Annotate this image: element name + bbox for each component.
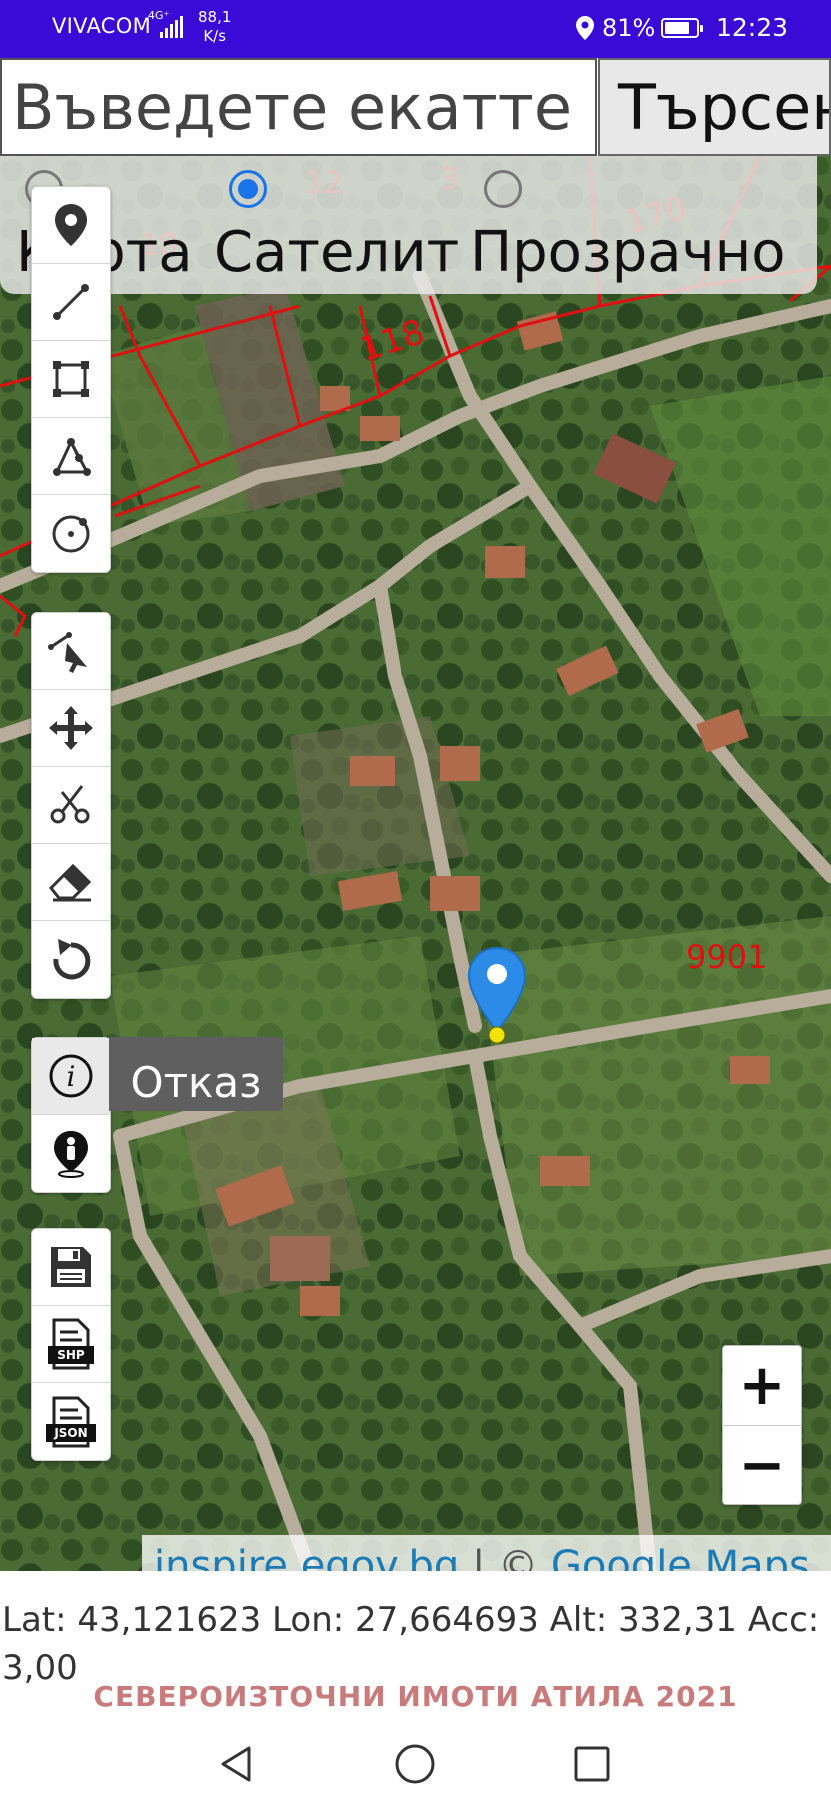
brand-footer: СЕВЕРОИЗТОЧНИ ИМОТИ АТИЛА 2021 (93, 1680, 738, 1713)
satellite-imagery (0, 156, 831, 1571)
battery-icon (661, 18, 703, 38)
location-status-icon (576, 16, 594, 44)
polygon-icon (53, 438, 91, 476)
draw-toolbar (31, 186, 111, 573)
export-shp-button[interactable]: SHP (32, 1306, 110, 1383)
zoom-out-button[interactable]: − (723, 1426, 801, 1505)
network-speed-value: 88,1 (198, 8, 232, 26)
json-file-icon: JSON (46, 1396, 96, 1448)
map-attribution: inspire.egov.bg | © Google Maps (142, 1535, 831, 1571)
shp-file-icon: SHP (48, 1318, 94, 1370)
save-icon (51, 1247, 91, 1287)
info-icon: i (49, 1054, 93, 1098)
cancel-button[interactable]: Отказ (109, 1037, 283, 1111)
info-toolbar: i (31, 1037, 111, 1193)
attribution-separator: | © (459, 1543, 551, 1571)
draw-rectangle-button[interactable] (32, 341, 110, 418)
signal-icon (160, 16, 183, 38)
scissors-icon (50, 785, 90, 824)
undo-button[interactable] (32, 921, 110, 998)
clock: 12:23 (716, 13, 789, 42)
layer-radio-transparent[interactable] (484, 170, 522, 208)
cut-button[interactable] (32, 767, 110, 844)
export-toolbar: SHP JSON (31, 1228, 111, 1461)
layer-radio-satellite[interactable] (229, 170, 267, 208)
line-icon (53, 284, 89, 320)
draw-polygon-button[interactable] (32, 418, 110, 495)
export-json-button[interactable]: JSON (32, 1383, 110, 1460)
network-speed: 88,1 K/s (198, 8, 231, 46)
person-location-icon (54, 1130, 88, 1178)
attribution-link-inspire[interactable]: inspire.egov.bg (154, 1543, 459, 1571)
zoom-in-button[interactable]: + (723, 1346, 801, 1426)
svg-text:i: i (67, 1060, 76, 1093)
recents-icon (574, 1746, 610, 1782)
status-bar: VIVACOM 4G⁺ 88,1 K/s 81% 12:23 (0, 0, 831, 58)
eraser-icon (48, 863, 92, 902)
json-label: JSON (54, 1425, 88, 1440)
save-button[interactable] (32, 1229, 110, 1306)
layer-label-transparent: Прозрачно (470, 220, 786, 285)
parcel-label: 9901 (686, 938, 768, 976)
nav-back-button[interactable] (207, 1734, 267, 1794)
edit-toolbar (31, 612, 111, 999)
attribution-link-google[interactable]: Google Maps (551, 1543, 810, 1571)
erase-button[interactable] (32, 844, 110, 921)
circle-icon (52, 515, 90, 552)
select-pointer-icon (48, 632, 87, 673)
layer-option-transparent[interactable]: Прозрачно (470, 156, 810, 294)
location-marker[interactable] (466, 946, 528, 1046)
move-button[interactable] (32, 690, 110, 767)
ekatte-search-input[interactable] (0, 58, 597, 156)
map-pin-icon (467, 946, 527, 1044)
gps-person-button[interactable] (32, 1115, 110, 1192)
zoom-control: + − (722, 1345, 802, 1505)
draw-circle-button[interactable] (32, 495, 110, 572)
map-view[interactable]: 18 12 3 170 118 9901 (0, 156, 831, 1571)
nav-recents-button[interactable] (562, 1734, 622, 1794)
network-speed-unit: K/s (203, 27, 227, 45)
info-button[interactable]: i (32, 1038, 110, 1115)
undo-icon (53, 938, 91, 979)
system-nav-bar (0, 1720, 831, 1800)
move-icon (49, 706, 93, 750)
carrier-label: VIVACOM (52, 14, 151, 38)
draw-marker-button[interactable] (32, 187, 110, 264)
layer-switcher: Карта Сателит Прозрачно (0, 156, 817, 294)
layer-label-satellite: Сателит (214, 220, 460, 285)
rectangle-icon (53, 361, 89, 397)
coordinates-readout: Lat: 43,121623 Lon: 27,664693 Alt: 332,3… (2, 1600, 820, 1688)
nav-home-button[interactable] (385, 1734, 445, 1794)
search-button[interactable]: Търсене (598, 58, 831, 156)
home-icon (395, 1744, 435, 1784)
location-marker-icon (55, 204, 87, 246)
select-button[interactable] (32, 613, 110, 690)
layer-option-satellite[interactable]: Сателит (210, 156, 470, 294)
back-icon (221, 1746, 251, 1782)
battery-percent: 81% (602, 14, 656, 42)
draw-line-button[interactable] (32, 264, 110, 341)
shp-label: SHP (57, 1348, 85, 1362)
